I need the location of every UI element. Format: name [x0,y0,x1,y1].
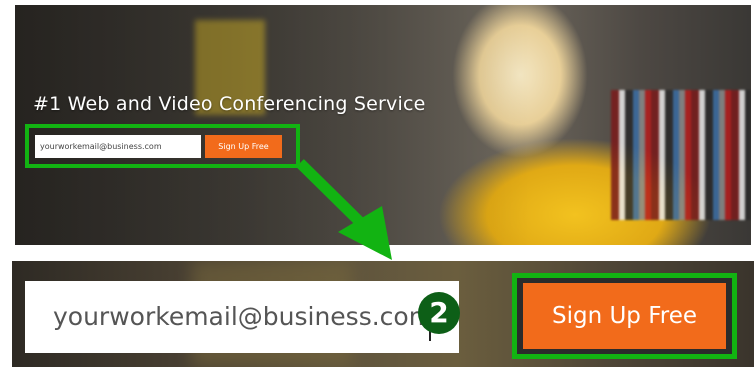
hero-banner: #1 Web and Video Conferencing Service yo… [15,5,751,245]
hero-signup-highlight: yourworkemail@business.com Sign Up Free [25,124,300,168]
zoomed-signup-panel: yourworkemail@business.com Sign Up Free [12,261,754,367]
zoom-email-input[interactable]: yourworkemail@business.com [25,281,459,353]
zoom-signup-highlight: Sign Up Free [512,273,737,359]
hero-title: #1 Web and Video Conferencing Service [33,93,426,115]
hero-signup-button[interactable]: Sign Up Free [205,135,282,158]
hero-email-input[interactable]: yourworkemail@business.com [35,135,201,158]
step-number-badge: 2 [418,292,460,334]
zoom-signup-button[interactable]: Sign Up Free [523,283,726,349]
zoom-email-text: yourworkemail@business.com [53,302,434,331]
